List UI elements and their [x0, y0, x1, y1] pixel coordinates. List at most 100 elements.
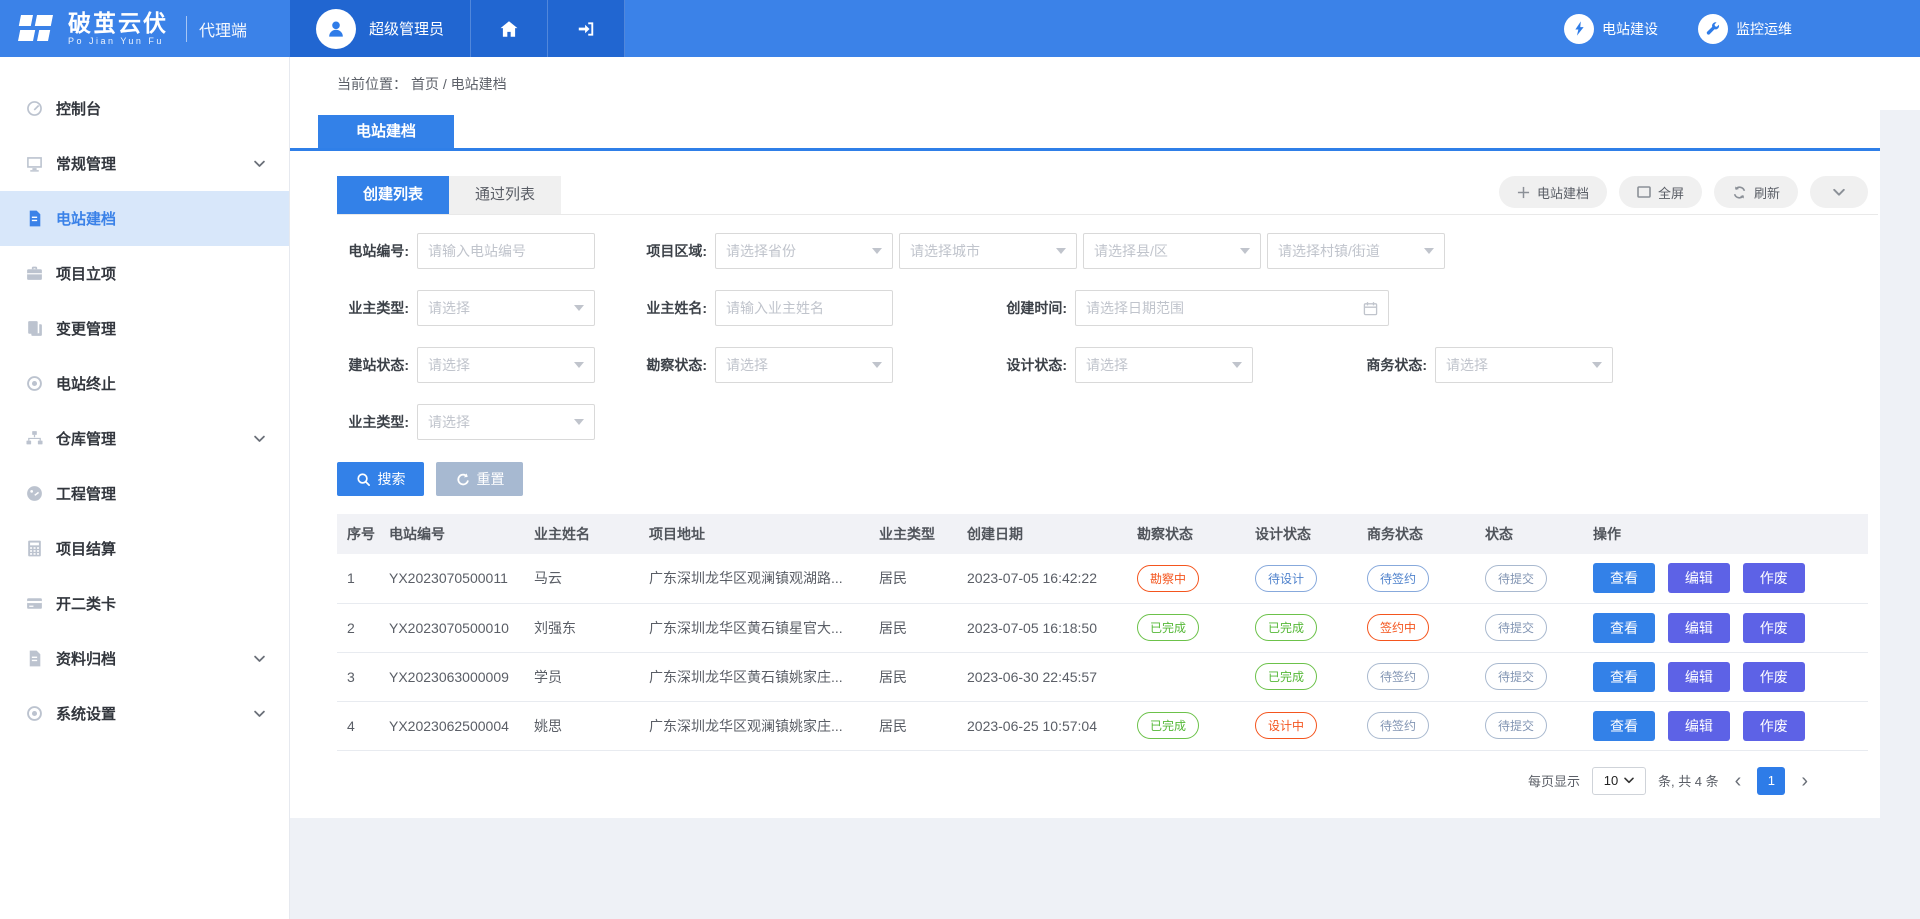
survey-status-select[interactable]: 请选择 — [715, 347, 893, 383]
sidebar-item-project-approval[interactable]: 项目立项 — [0, 246, 289, 301]
town-select[interactable]: 请选择村镇/街道 — [1267, 233, 1445, 269]
add-station-button[interactable]: 电站建档 — [1499, 176, 1607, 208]
sitemap-icon — [24, 429, 44, 449]
logout-icon — [576, 19, 596, 39]
survey-status-label: 勘察状态: — [635, 355, 707, 375]
sidebar-item-class2-card[interactable]: 开二类卡 — [0, 576, 289, 631]
col-survey-status: 勘察状态 — [1127, 514, 1245, 554]
city-select[interactable]: 请选择城市 — [899, 233, 1077, 269]
build-status-select[interactable]: 请选择 — [417, 347, 595, 383]
create-time-input[interactable]: 请选择日期范围 — [1075, 290, 1389, 326]
table-toolbar: 电站建档 全屏 刷新 — [1499, 176, 1868, 208]
void-button[interactable]: 作废 — [1743, 613, 1805, 643]
sidebar-item-station-terminate[interactable]: 电站终止 — [0, 356, 289, 411]
logo-icon — [16, 13, 58, 45]
table-row: 2 YX2023070500010 刘强东 广东深圳龙华区黄石镇星官大... 居… — [337, 603, 1868, 652]
search-button[interactable]: 搜索 — [337, 462, 424, 496]
status-badge: 待签约 — [1367, 565, 1429, 592]
sidebar-item-engineering-mgmt[interactable]: 工程管理 — [0, 466, 289, 521]
logo: 破茧云伏 Po Jian Yun Fu 代理端 — [0, 0, 290, 57]
more-button[interactable] — [1810, 176, 1868, 208]
col-owner-name: 业主姓名 — [524, 514, 639, 554]
caret-down-icon — [574, 362, 584, 368]
owner-type2-label: 业主类型: — [337, 412, 409, 432]
view-button[interactable]: 查看 — [1593, 711, 1655, 741]
sidebar-item-system-settings[interactable]: 系统设置 — [0, 686, 289, 741]
sidebar-item-label: 仓库管理 — [56, 428, 116, 449]
app-title: 破茧云伏 — [68, 11, 168, 35]
main-panel: 创建列表 通过列表 电站建档 全屏 刷新 — [290, 176, 1880, 818]
sidebar-item-station-archive[interactable]: 电站建档 — [0, 191, 289, 246]
page-tab-station-archive[interactable]: 电站建档 — [318, 115, 454, 148]
col-index: 序号 — [337, 514, 379, 554]
home-button[interactable] — [471, 0, 548, 57]
bolt-icon — [1564, 14, 1594, 44]
logout-button[interactable] — [548, 0, 625, 57]
sidebar: 控制台 常规管理 电站建档 项目立项 变更管理 电站终止 仓库管理 — [0, 57, 290, 919]
col-design-status: 设计状态 — [1245, 514, 1357, 554]
owner-type2-select[interactable]: 请选择 — [417, 404, 595, 440]
tab-passed-list[interactable]: 通过列表 — [449, 176, 561, 214]
settings-icon — [24, 704, 44, 724]
divider — [186, 16, 187, 42]
total-count-label: 条, 共 4 条 — [1658, 771, 1719, 790]
edit-button[interactable]: 编辑 — [1668, 563, 1730, 593]
status-badge: 已完成 — [1137, 712, 1199, 739]
void-button[interactable]: 作废 — [1743, 711, 1805, 741]
sidebar-item-data-archive[interactable]: 资料归档 — [0, 631, 289, 686]
view-button[interactable]: 查看 — [1593, 613, 1655, 643]
province-select[interactable]: 请选择省份 — [715, 233, 893, 269]
owner-type-select[interactable]: 请选择 — [417, 290, 595, 326]
plus-icon — [1517, 186, 1530, 199]
breadcrumb-path[interactable]: 首页 / 电站建档 — [411, 74, 507, 94]
caret-down-icon — [1624, 777, 1634, 784]
sidebar-item-warehouse-mgmt[interactable]: 仓库管理 — [0, 411, 289, 466]
page-number-1[interactable]: 1 — [1757, 767, 1785, 795]
owner-name-input[interactable] — [726, 300, 882, 316]
sidebar-item-change-mgmt[interactable]: 变更管理 — [0, 301, 289, 356]
edit-button[interactable]: 编辑 — [1668, 711, 1730, 741]
per-page-select[interactable]: 10 — [1592, 767, 1646, 795]
status-badge: 待提交 — [1485, 712, 1547, 739]
sidebar-item-label: 系统设置 — [56, 703, 116, 724]
sidebar-item-label: 变更管理 — [56, 318, 116, 339]
sidebar-item-label: 项目结算 — [56, 538, 116, 559]
caret-down-icon — [574, 419, 584, 425]
design-status-select[interactable]: 请选择 — [1075, 347, 1253, 383]
void-button[interactable]: 作废 — [1743, 662, 1805, 692]
business-status-select[interactable]: 请选择 — [1435, 347, 1613, 383]
sidebar-item-label: 电站终止 — [56, 373, 116, 394]
fullscreen-button[interactable]: 全屏 — [1619, 176, 1702, 208]
view-button[interactable]: 查看 — [1593, 563, 1655, 593]
edit-button[interactable]: 编辑 — [1668, 662, 1730, 692]
caret-down-icon — [1056, 248, 1066, 254]
reset-button[interactable]: 重置 — [436, 462, 523, 496]
col-actions: 操作 — [1583, 514, 1868, 554]
station-no-label: 电站编号: — [337, 241, 409, 261]
col-address: 项目地址 — [639, 514, 869, 554]
station-no-input[interactable] — [428, 243, 584, 259]
void-button[interactable]: 作废 — [1743, 563, 1805, 593]
gauge-icon — [24, 99, 44, 119]
link-monitor-ops[interactable]: 监控运维 — [1698, 14, 1792, 44]
county-select[interactable]: 请选择县/区 — [1083, 233, 1261, 269]
table-row: 3 YX2023063000009 学员 广东深圳龙华区黄石镇姚家庄... 居民… — [337, 652, 1868, 701]
col-status: 状态 — [1475, 514, 1583, 554]
refresh-button[interactable]: 刷新 — [1714, 176, 1798, 208]
sidebar-item-console[interactable]: 控制台 — [0, 81, 289, 136]
tab-create-list[interactable]: 创建列表 — [337, 176, 449, 214]
pagination: 每页显示 10 条, 共 4 条 ‹ 1 › — [337, 767, 1878, 795]
caret-down-icon — [1232, 362, 1242, 368]
sidebar-item-general-mgmt[interactable]: 常规管理 — [0, 136, 289, 191]
prev-page-button[interactable]: ‹ — [1731, 771, 1746, 791]
link-station-build[interactable]: 电站建设 — [1564, 14, 1658, 44]
sidebar-item-label: 控制台 — [56, 98, 101, 119]
next-page-button[interactable]: › — [1797, 771, 1812, 791]
monitor-icon — [24, 154, 44, 174]
sidebar-item-project-settlement[interactable]: 项目结算 — [0, 521, 289, 576]
edit-button[interactable]: 编辑 — [1668, 613, 1730, 643]
view-button[interactable]: 查看 — [1593, 662, 1655, 692]
app-header: 破茧云伏 Po Jian Yun Fu 代理端 超级管理员 电站建设 监控运维 — [0, 0, 1920, 57]
status-badge: 已完成 — [1137, 614, 1199, 641]
user-menu[interactable]: 超级管理员 — [290, 0, 471, 57]
